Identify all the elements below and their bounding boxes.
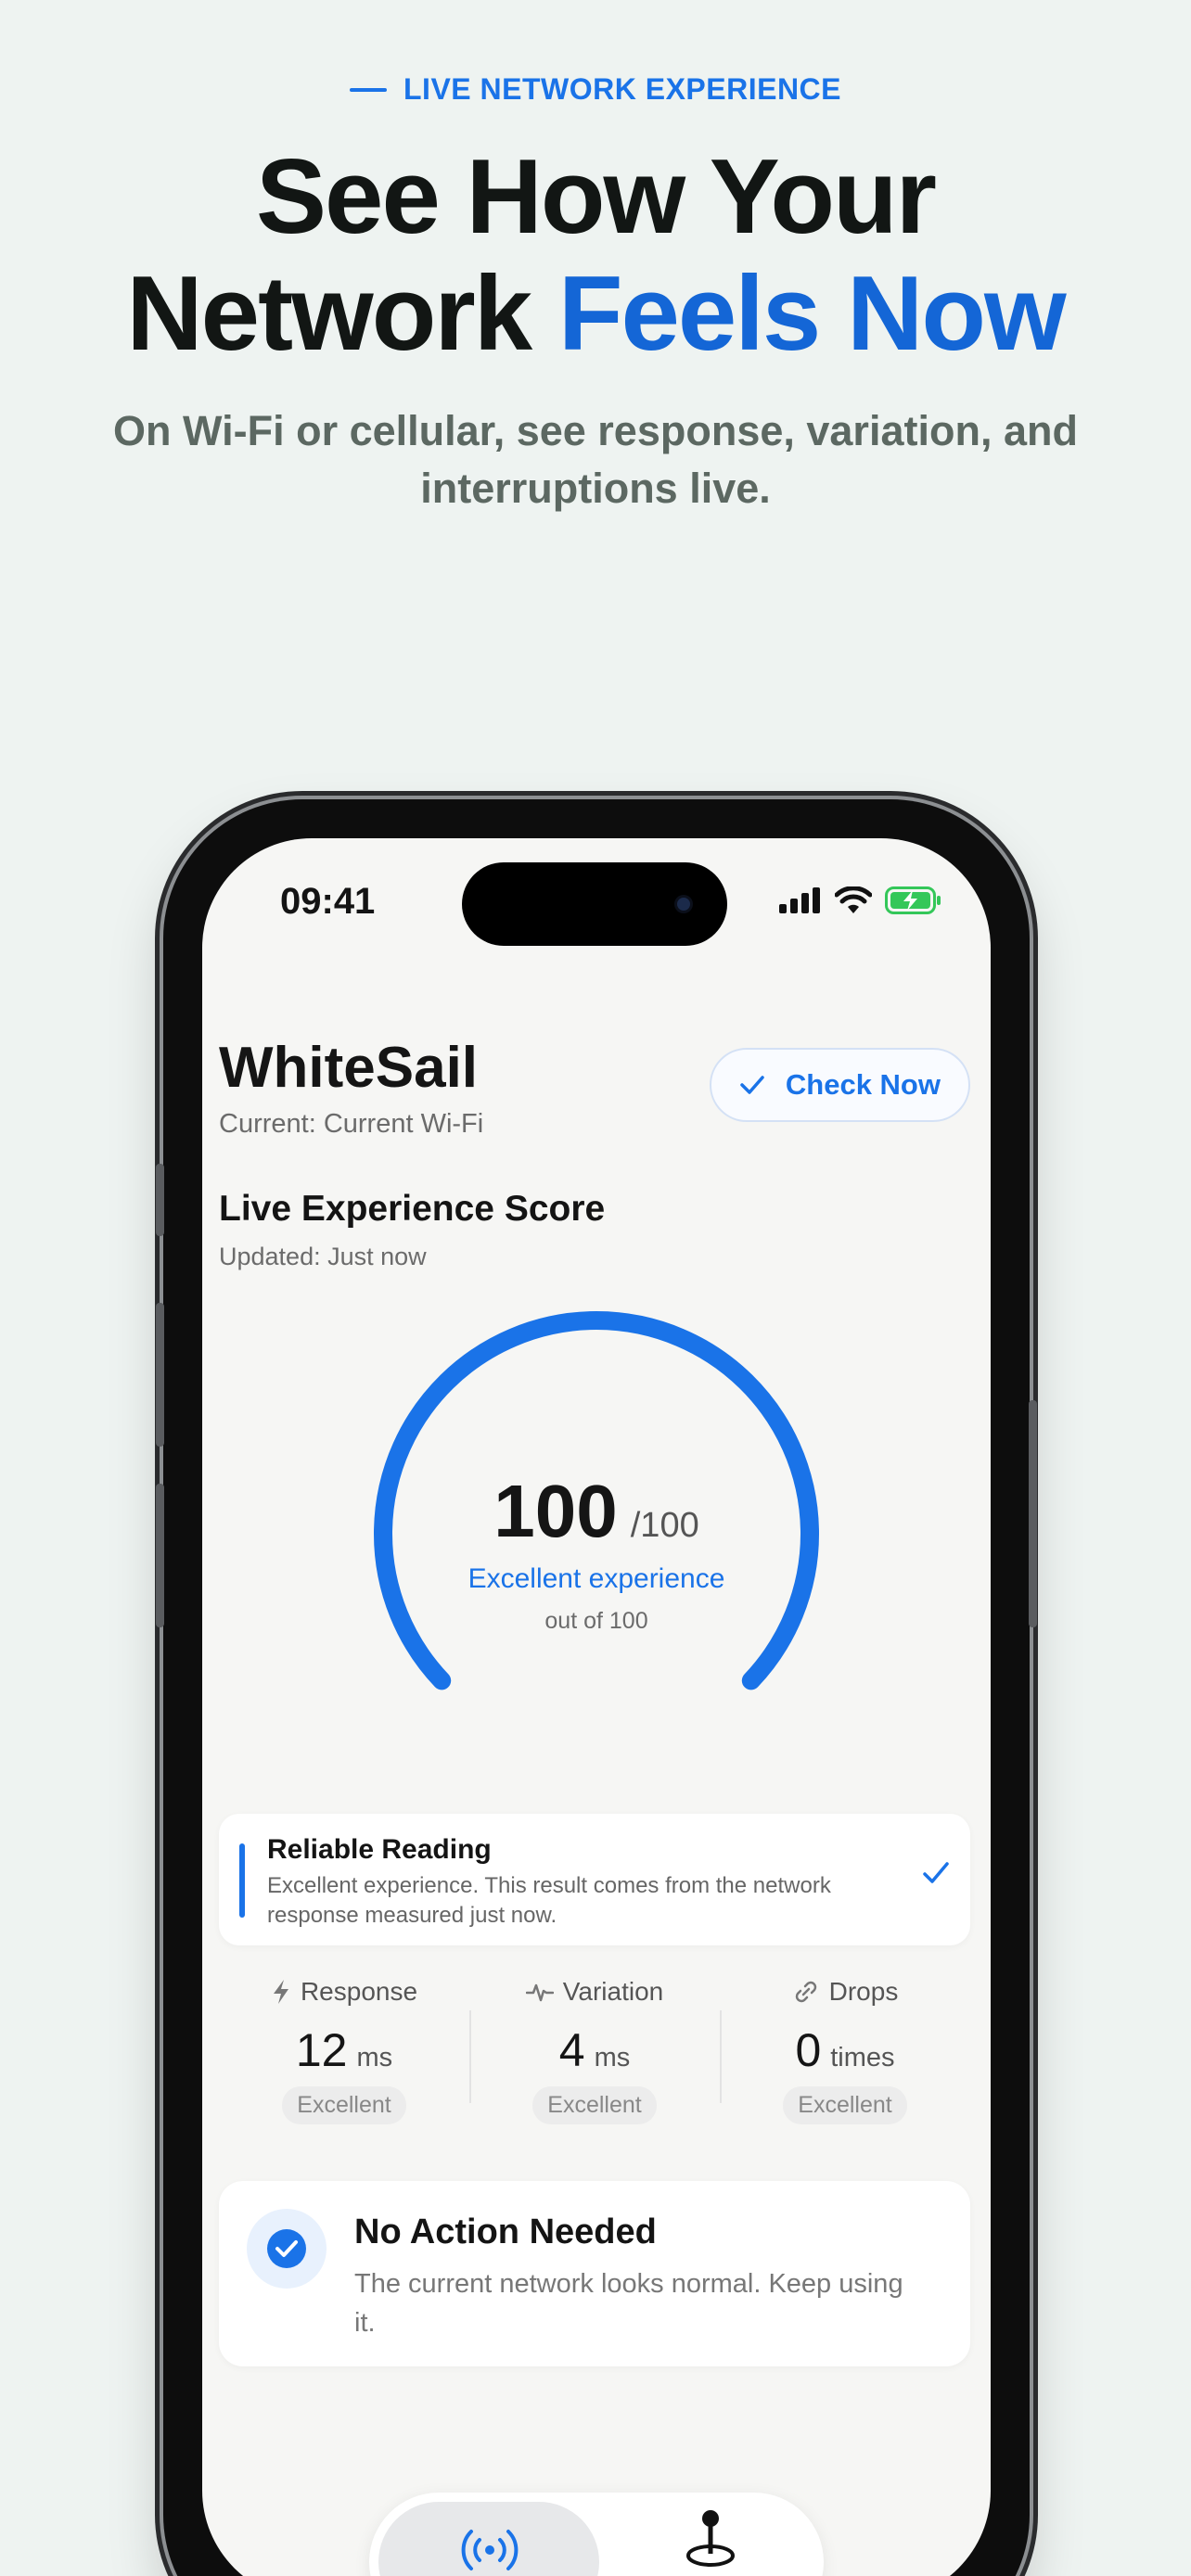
dynamic-island [462, 862, 727, 946]
subhead: On Wi-Fi or cellular, see response, vari… [113, 407, 1078, 512]
metric-variation: Variation 4 ms Excellent [469, 1973, 720, 2140]
status-time: 09:41 [280, 881, 376, 922]
action-title: No Action Needed [354, 2213, 657, 2251]
score-number: 100 [493, 1470, 618, 1552]
checkmark-icon [740, 1076, 764, 1094]
status-icons [779, 886, 942, 914]
metric-unit: times [830, 2043, 895, 2072]
headline: See How Your Network Feels Now [0, 139, 1191, 373]
metric-number: 0 [795, 2024, 822, 2076]
phone-screen: 09:41 WhiteSail Current: Current Wi-Fi C… [202, 838, 991, 2576]
score-value: 100 /100 [202, 1469, 991, 1554]
reliable-title: Reliable Reading [267, 1834, 492, 1865]
current-network-label: Current: Current Wi-Fi [219, 1109, 484, 1139]
wifi-icon [835, 886, 872, 913]
metric-value: 0 times [795, 2023, 894, 2077]
headline-line-1: See How Your [256, 138, 937, 256]
broadcast-icon [461, 2530, 519, 2570]
power-button [1029, 1400, 1037, 1627]
metric-label: Variation [562, 1977, 664, 2006]
metric-value: 12 ms [296, 2023, 392, 2077]
score-out-of: out of 100 [544, 1608, 648, 1634]
metric-header: Drops [792, 1973, 899, 2010]
tab-speed[interactable] [608, 2502, 814, 2576]
eyebrow: LIVE NETWORK EXPERIENCE [0, 72, 1191, 107]
metric-response: Response 12 ms Excellent [219, 1973, 469, 2140]
metric-label: Drops [828, 1977, 899, 2006]
app-title: WhiteSail [219, 1036, 479, 1100]
score-title: Live Experience Score [219, 1189, 606, 1229]
bolt-icon [273, 1980, 288, 2004]
check-now-button[interactable]: Check Now [709, 1048, 970, 1122]
volume-up-button [156, 1303, 164, 1447]
metric-rating-badge: Excellent [783, 2086, 907, 2124]
metrics-row: Response 12 ms Excellent Variation 4 ms … [219, 1973, 970, 2140]
score-updated: Updated: Just now [219, 1243, 427, 1270]
volume-down-button [156, 1484, 164, 1627]
headline-plain: Network [126, 255, 558, 373]
tab-bar [369, 2493, 824, 2576]
score-rating-label: Excellent experience [467, 1563, 725, 1594]
metric-header: Variation [525, 1973, 664, 2010]
check-circle-icon [267, 2229, 306, 2268]
no-action-card: No Action Needed The current network loo… [219, 2181, 970, 2366]
camera-icon [677, 898, 690, 911]
metric-drops: Drops 0 times Excellent [720, 1973, 970, 2140]
action-body: The current network looks normal. Keep u… [354, 2269, 903, 2338]
status-icon-badge [247, 2209, 327, 2289]
battery-charging-icon [885, 886, 941, 914]
metric-number: 4 [558, 2024, 585, 2076]
joystick-icon [686, 2510, 735, 2567]
reliable-body: Excellent experience. This result comes … [267, 1873, 831, 1928]
check-now-label: Check Now [785, 1068, 941, 1101]
metric-header: Response [271, 1973, 417, 2010]
metric-number: 12 [295, 2024, 348, 2076]
metric-label: Response [300, 1977, 418, 2006]
eyebrow-text: LIVE NETWORK EXPERIENCE [403, 72, 841, 106]
metric-rating-badge: Excellent [282, 2086, 406, 2124]
cellular-signal-icon [779, 887, 820, 913]
metric-value: 4 ms [559, 2023, 630, 2077]
action-button [156, 1164, 164, 1236]
reliable-accent-bar [239, 1843, 245, 1918]
eyebrow-dash [350, 87, 387, 92]
score-denominator: /100 [630, 1506, 699, 1545]
checkmark-icon [923, 1862, 949, 1883]
metric-unit: ms [356, 2043, 393, 2072]
pulse-icon [525, 1983, 554, 2002]
tab-live[interactable] [378, 2502, 599, 2576]
reliable-reading-card: Reliable Reading Excellent experience. T… [219, 1814, 970, 1945]
metric-rating-badge: Excellent [532, 2086, 657, 2124]
metric-unit: ms [594, 2043, 631, 2072]
headline-line-2: Network Feels Now [0, 256, 1191, 373]
link-icon [795, 1981, 816, 2003]
headline-accent: Feels Now [557, 255, 1067, 373]
